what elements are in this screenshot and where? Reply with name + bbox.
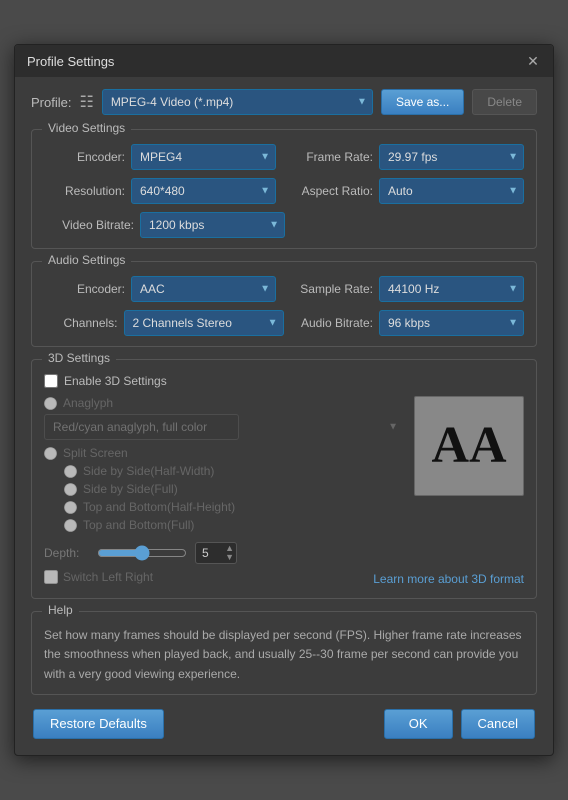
profile-icon: ☷ xyxy=(79,92,93,112)
profile-select-wrap: MPEG-4 Video (*.mp4) ▼ xyxy=(102,89,373,115)
top-bottom-half-label: Top and Bottom(Half-Height) xyxy=(83,500,235,514)
dialog-title: Profile Settings xyxy=(27,54,114,69)
enable-3d-checkbox[interactable] xyxy=(44,374,58,388)
ok-button[interactable]: OK xyxy=(384,709,453,739)
video-row-1: Encoder: MPEG4 ▼ Frame Rate: 29.97 fps ▼ xyxy=(44,144,524,170)
resolution-label: Resolution: xyxy=(44,184,125,198)
profile-select[interactable]: MPEG-4 Video (*.mp4) xyxy=(102,89,373,115)
audio-bitrate-select[interactable]: 96 kbps xyxy=(379,310,524,336)
profile-settings-dialog: Profile Settings ✕ Profile: ☷ MPEG-4 Vid… xyxy=(14,44,554,756)
depth-slider[interactable] xyxy=(97,545,187,561)
split-screen-label: Split Screen xyxy=(63,446,128,460)
encoder-select[interactable]: MPEG4 xyxy=(131,144,276,170)
switch-row: Switch Left Right Learn more about 3D fo… xyxy=(44,570,524,588)
channels-select[interactable]: 2 Channels Stereo xyxy=(124,310,284,336)
aa-preview: AA xyxy=(414,396,524,496)
side-by-side-full-label: Side by Side(Full) xyxy=(83,482,178,496)
footer-row: Restore Defaults OK Cancel xyxy=(31,709,537,743)
depth-row: Depth: ▲▼ xyxy=(44,542,524,564)
split-screen-radio-option: Split Screen xyxy=(44,446,404,460)
video-settings-section: Video Settings Encoder: MPEG4 ▼ Frame Ra… xyxy=(31,129,537,249)
help-title: Help xyxy=(42,603,79,617)
title-bar: Profile Settings ✕ xyxy=(15,45,553,77)
depth-label: Depth: xyxy=(44,546,89,560)
3d-settings-content: Enable 3D Settings Anaglyph Red/cyan ana… xyxy=(44,374,524,588)
anaglyph-arrow: ▼ xyxy=(388,422,398,433)
switch-left-right-option[interactable]: Switch Left Right xyxy=(44,570,153,584)
profile-row: Profile: ☷ MPEG-4 Video (*.mp4) ▼ Save a… xyxy=(31,89,537,115)
3d-options-container: Anaglyph Red/cyan anaglyph, full color ▼… xyxy=(44,396,524,536)
side-by-side-half-radio[interactable] xyxy=(64,465,77,478)
resolution-select[interactable]: 640*480 xyxy=(131,178,276,204)
aspect-ratio-select-wrap: Auto ▼ xyxy=(379,178,524,204)
delete-button[interactable]: Delete xyxy=(472,89,537,115)
split-screen-radio[interactable] xyxy=(44,447,57,460)
aspect-ratio-label: Aspect Ratio: xyxy=(292,184,373,198)
top-bottom-half-option: Top and Bottom(Half-Height) xyxy=(64,500,404,514)
sample-rate-select[interactable]: 44100 Hz xyxy=(379,276,524,302)
profile-label: Profile: xyxy=(31,95,71,110)
aspect-ratio-select[interactable]: Auto xyxy=(379,178,524,204)
sample-rate-label: Sample Rate: xyxy=(292,282,373,296)
anaglyph-select[interactable]: Red/cyan anaglyph, full color xyxy=(44,414,239,440)
side-by-side-half-label: Side by Side(Half-Width) xyxy=(83,464,214,478)
depth-input[interactable] xyxy=(195,542,237,564)
help-text: Set how many frames should be displayed … xyxy=(44,626,524,684)
video-row-3: Video Bitrate: 1200 kbps ▼ xyxy=(44,212,524,238)
encoder-label: Encoder: xyxy=(44,150,125,164)
anaglyph-label: Anaglyph xyxy=(63,396,113,410)
frame-rate-select-wrap: 29.97 fps ▼ xyxy=(379,144,524,170)
video-row-2: Resolution: 640*480 ▼ Aspect Ratio: Auto… xyxy=(44,178,524,204)
channels-label: Channels: xyxy=(44,316,118,330)
side-by-side-full-radio[interactable] xyxy=(64,483,77,496)
anaglyph-radio-option: Anaglyph xyxy=(44,396,404,410)
audio-encoder-select[interactable]: AAC xyxy=(131,276,276,302)
top-bottom-full-option: Top and Bottom(Full) xyxy=(64,518,404,532)
audio-encoder-select-wrap: AAC ▼ xyxy=(131,276,276,302)
close-button[interactable]: ✕ xyxy=(525,53,541,69)
audio-settings-content: Encoder: AAC ▼ Sample Rate: 44100 Hz ▼ xyxy=(44,276,524,336)
3d-settings-title: 3D Settings xyxy=(42,351,116,365)
frame-rate-select[interactable]: 29.97 fps xyxy=(379,144,524,170)
top-bottom-half-radio[interactable] xyxy=(64,501,77,514)
frame-rate-label: Frame Rate: xyxy=(292,150,373,164)
switch-label: Switch Left Right xyxy=(63,570,153,584)
aa-text: AA xyxy=(431,420,506,472)
3d-settings-section: 3D Settings Enable 3D Settings Anaglyph xyxy=(31,359,537,599)
video-settings-title: Video Settings xyxy=(42,121,131,135)
enable-3d-text: Enable 3D Settings xyxy=(64,374,167,388)
video-bitrate-select-wrap: 1200 kbps ▼ xyxy=(140,212,285,238)
3d-left-panel: Anaglyph Red/cyan anaglyph, full color ▼… xyxy=(44,396,404,536)
dialog-content: Profile: ☷ MPEG-4 Video (*.mp4) ▼ Save a… xyxy=(15,77,553,755)
anaglyph-radio[interactable] xyxy=(44,397,57,410)
sample-rate-select-wrap: 44100 Hz ▼ xyxy=(379,276,524,302)
top-bottom-full-radio[interactable] xyxy=(64,519,77,532)
switch-left-right-checkbox[interactable] xyxy=(44,570,58,584)
encoder-select-wrap: MPEG4 ▼ xyxy=(131,144,276,170)
channels-select-wrap: 2 Channels Stereo ▼ xyxy=(124,310,284,336)
save-as-button[interactable]: Save as... xyxy=(381,89,464,115)
audio-settings-section: Audio Settings Encoder: AAC ▼ Sample Rat… xyxy=(31,261,537,347)
top-bottom-full-label: Top and Bottom(Full) xyxy=(83,518,194,532)
side-by-side-full-option: Side by Side(Full) xyxy=(64,482,404,496)
footer-right: OK Cancel xyxy=(384,709,535,739)
video-bitrate-label: Video Bitrate: xyxy=(44,218,134,232)
audio-bitrate-label: Audio Bitrate: xyxy=(300,316,374,330)
audio-bitrate-select-wrap: 96 kbps ▼ xyxy=(379,310,524,336)
audio-row-1: Encoder: AAC ▼ Sample Rate: 44100 Hz ▼ xyxy=(44,276,524,302)
enable-3d-label[interactable]: Enable 3D Settings xyxy=(44,374,524,388)
video-bitrate-select[interactable]: 1200 kbps xyxy=(140,212,285,238)
video-settings-content: Encoder: MPEG4 ▼ Frame Rate: 29.97 fps ▼ xyxy=(44,144,524,238)
resolution-select-wrap: 640*480 ▼ xyxy=(131,178,276,204)
depth-val-wrap: ▲▼ xyxy=(195,542,237,564)
anaglyph-select-wrap: Red/cyan anaglyph, full color ▼ xyxy=(44,414,404,440)
audio-row-2: Channels: 2 Channels Stereo ▼ Audio Bitr… xyxy=(44,310,524,336)
restore-defaults-button[interactable]: Restore Defaults xyxy=(33,709,164,739)
help-section: Help Set how many frames should be displ… xyxy=(31,611,537,695)
side-by-side-half-option: Side by Side(Half-Width) xyxy=(64,464,404,478)
audio-settings-title: Audio Settings xyxy=(42,253,131,267)
cancel-button[interactable]: Cancel xyxy=(461,709,535,739)
audio-encoder-label: Encoder: xyxy=(44,282,125,296)
learn-more-link[interactable]: Learn more about 3D format xyxy=(373,572,524,586)
